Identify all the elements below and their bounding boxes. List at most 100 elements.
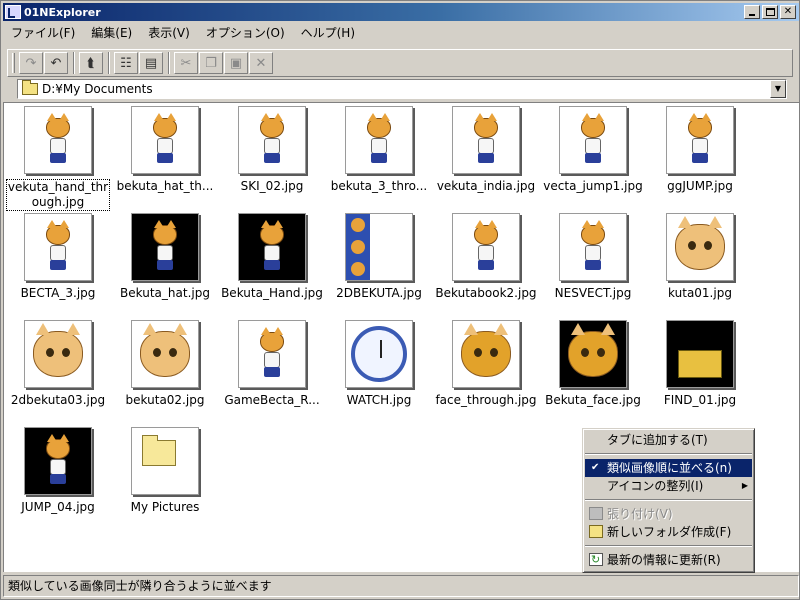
thumbnail-image: [131, 106, 199, 174]
file-item[interactable]: NESVECT.jpg: [547, 213, 655, 317]
check-icon: ✔: [591, 462, 600, 473]
context-menu-item-0[interactable]: タブに追加する(T): [585, 431, 752, 449]
copy-button[interactable]: ❐: [199, 52, 223, 74]
file-name-label: GameBecta_R...: [224, 393, 320, 407]
menu-item-1[interactable]: 編集(E): [83, 24, 140, 41]
maximize-button[interactable]: [762, 5, 778, 19]
thumbnail-image: [24, 213, 92, 281]
file-item[interactable]: GameBecta_R...: [224, 320, 334, 424]
cat-character-image: [41, 434, 75, 487]
tree-view-icon: ☷: [120, 55, 132, 71]
redo-button[interactable]: ↷: [19, 52, 43, 74]
address-dropdown-button[interactable]: ▼: [770, 80, 786, 98]
file-item[interactable]: ggJUMP.jpg: [654, 106, 762, 210]
thumbnail-image: [559, 106, 627, 174]
cat-character-image: [576, 113, 610, 166]
cat-face-image: [675, 216, 725, 270]
maximize-icon: [766, 8, 775, 16]
file-item[interactable]: vecta_jump1.jpg: [543, 106, 655, 210]
context-menu-item-5[interactable]: 張り付け(V): [585, 505, 752, 523]
toolbar-grip[interactable]: [12, 53, 15, 73]
delete-button[interactable]: ✕: [249, 52, 273, 74]
thumbnail-image: [24, 320, 92, 388]
menu-item-2[interactable]: 表示(V): [140, 24, 198, 41]
cat-character-image: [469, 113, 503, 166]
context-menu-label: 類似画像順に並べる(n): [607, 461, 732, 475]
delete-icon: ✕: [255, 55, 267, 71]
file-item[interactable]: Bekutabook2.jpg: [435, 213, 548, 317]
thumbnail-image: [559, 320, 627, 388]
menu-item-3[interactable]: オプション(O): [198, 24, 293, 41]
file-item[interactable]: kuta01.jpg: [654, 213, 762, 317]
menu-separator: [585, 499, 752, 501]
up-folder-button[interactable]: ⮬: [79, 52, 103, 74]
context-menu: タブに追加する(T) ✔ 類似画像順に並べる(n) アイコンの整列(I) ▶ 張り付け(V…: [582, 428, 755, 573]
file-item[interactable]: Bekuta_face.jpg: [545, 320, 655, 424]
clock-image: [351, 326, 407, 382]
file-name-line: ough.jpg: [31, 195, 85, 209]
thumbnail-image: [238, 320, 306, 388]
details-view-icon: ▤: [144, 55, 158, 71]
cut-button[interactable]: ✂: [174, 52, 198, 74]
thumbnail-image: [666, 106, 734, 174]
menu-bar: ファイル(F) 編集(E) 表示(V) オプション(O) ヘルプ(H): [3, 23, 363, 42]
file-item[interactable]: bekuta_hat_th...: [117, 106, 227, 210]
paste-button[interactable]: ▣: [224, 52, 248, 74]
file-item[interactable]: SKI_02.jpg: [226, 106, 334, 210]
up-folder-icon: ⮬: [87, 55, 95, 71]
new-folder-icon: [589, 525, 603, 538]
file-name-label: 2dbekuta03.jpg: [10, 393, 106, 407]
file-name-label: bekuta_hat_th...: [116, 179, 214, 193]
file-item[interactable]: FIND_01.jpg: [654, 320, 762, 424]
file-item[interactable]: JUMP_04.jpg: [12, 427, 120, 531]
thumbnail-image: [345, 106, 413, 174]
paste-icon: ▣: [229, 55, 243, 71]
file-item[interactable]: Bekuta_Hand.jpg: [221, 213, 334, 317]
context-menu-item-2[interactable]: ✔ 類似画像順に並べる(n): [585, 459, 752, 477]
file-item[interactable]: 2DBEKUTA.jpg: [333, 213, 441, 317]
toolbar-separator: [168, 52, 170, 74]
address-path[interactable]: D:¥My Documents: [42, 82, 153, 96]
menu-item-4[interactable]: ヘルプ(H): [293, 24, 363, 41]
cat-character-image: [469, 220, 503, 273]
close-button[interactable]: ✕: [780, 5, 796, 19]
tree-view-button[interactable]: ☷: [114, 52, 138, 74]
file-name-label: Bekutabook2.jpg: [435, 286, 537, 300]
cat-face-image: [33, 323, 83, 377]
file-item[interactable]: 2dbekuta03.jpg: [11, 320, 120, 424]
file-item[interactable]: Bekuta_hat.jpg: [119, 213, 227, 317]
file-item[interactable]: vekuta_india.jpg: [437, 106, 548, 210]
file-item[interactable]: BECTA_3.jpg: [12, 213, 120, 317]
file-name-label: vekuta_hand_thr ough.jpg: [6, 179, 110, 211]
file-item[interactable]: vekuta_hand_thr ough.jpg: [6, 106, 120, 211]
file-item[interactable]: bekuta02.jpg: [119, 320, 227, 424]
thumbnail-image: [238, 213, 306, 281]
submenu-arrow-icon: ▶: [741, 481, 748, 490]
context-menu-item-3[interactable]: アイコンの整列(I) ▶: [585, 477, 752, 495]
minimize-button[interactable]: [744, 5, 760, 19]
undo-button[interactable]: ↶: [44, 52, 68, 74]
folder-item[interactable]: My Pictures: [119, 427, 227, 531]
app-icon[interactable]: [5, 5, 21, 19]
cat-character-image: [362, 113, 396, 166]
details-view-button[interactable]: ▤: [139, 52, 163, 74]
file-item[interactable]: WATCH.jpg: [333, 320, 441, 424]
title-bar[interactable]: 01NExplorer ✕: [3, 3, 799, 21]
folder-icon: [22, 80, 38, 95]
address-bar[interactable]: D:¥My Documents ▼: [17, 79, 787, 99]
file-item[interactable]: bekuta_3_thro...: [331, 106, 441, 210]
context-menu-label: 最新の情報に更新(R): [607, 553, 721, 567]
minimize-icon: [749, 14, 755, 16]
context-menu-item-6[interactable]: 新しいフォルダ作成(F): [585, 523, 752, 541]
cat-character-image: [41, 220, 75, 273]
file-item[interactable]: face_through.jpg: [435, 320, 548, 424]
file-name-label: ggJUMP.jpg: [667, 179, 733, 193]
file-name-label: bekuta02.jpg: [125, 393, 205, 407]
cat-character-image: [41, 113, 75, 166]
face-strip-image: [346, 214, 370, 280]
thumbnail-image: [666, 320, 734, 388]
cat-character-image: [255, 327, 289, 380]
context-menu-item-8[interactable]: 最新の情報に更新(R): [585, 551, 752, 569]
menu-item-0[interactable]: ファイル(F): [3, 24, 83, 41]
file-name-label: WATCH.jpg: [346, 393, 412, 407]
